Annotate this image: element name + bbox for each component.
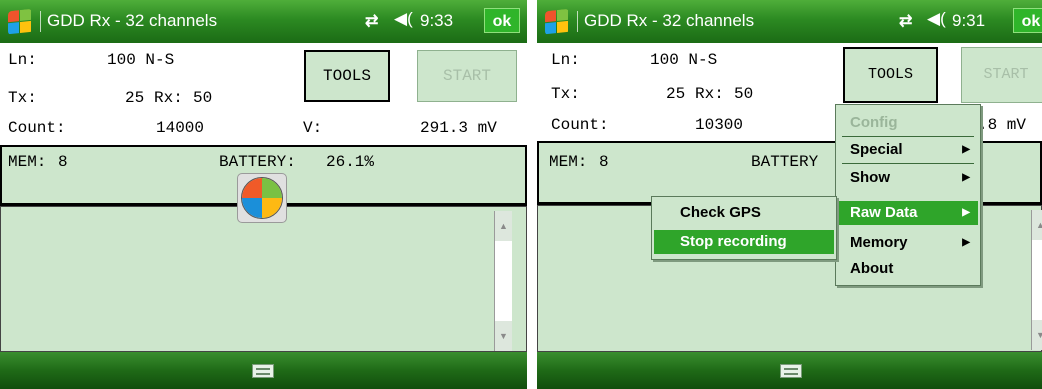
menu-item-label: Memory [850, 234, 908, 251]
battery-value: 26.1% [326, 153, 375, 171]
title-separator [577, 11, 578, 32]
tx-value: 25 [125, 89, 145, 107]
window-title: GDD Rx - 32 channels [47, 11, 218, 30]
scrollbar[interactable]: ▲ ▼ [1031, 210, 1042, 350]
menu-item-stop-recording[interactable]: Stop recording [654, 230, 834, 254]
start-button[interactable]: START [961, 47, 1042, 103]
device-screen-right: GDD Rx - 32 channels ⇄ ◀︎( 9:31 ok Ln: 1… [537, 0, 1042, 389]
windows-start-orb-icon[interactable] [237, 173, 287, 223]
windows-logo-icon[interactable] [545, 8, 569, 36]
start-orb-graphic [241, 177, 283, 219]
ln-label: Ln: [8, 51, 37, 69]
scroll-up-icon[interactable]: ▲ [1032, 210, 1042, 240]
menu-item-label: Config [850, 114, 898, 131]
keyboard-icon[interactable] [252, 364, 274, 378]
menu-item-check-gps[interactable]: Check GPS [654, 201, 834, 225]
soft-key-bar [537, 352, 1042, 389]
windows-logo-icon[interactable] [8, 8, 32, 36]
voltage-value: 291.3 mV [420, 119, 497, 137]
menu-item-label: About [850, 260, 894, 277]
speaker-icon[interactable]: ◀︎( [927, 9, 946, 29]
battery-label: BATTERY: [219, 153, 296, 171]
count-value: 14000 [156, 119, 205, 137]
start-button[interactable]: START [417, 50, 517, 102]
menu-item-special[interactable]: Special ▶ [838, 138, 978, 162]
voltage-value-partial: .8 mV [978, 116, 1027, 134]
window-title: GDD Rx - 32 channels [584, 11, 755, 30]
menu-item-memory[interactable]: Memory ▶ [838, 231, 978, 255]
device-screen-left: GDD Rx - 32 channels ⇄ ◀︎( 9:33 ok Ln: 1… [0, 0, 527, 389]
rx-label: Rx: [154, 89, 183, 107]
keyboard-icon[interactable] [780, 364, 802, 378]
scroll-down-icon[interactable]: ▼ [1032, 320, 1042, 350]
ln-value: 100 N-S [107, 51, 175, 69]
count-value: 10300 [695, 116, 744, 134]
menu-item-raw-data[interactable]: Raw Data ▶ [838, 201, 978, 225]
count-label: Count: [551, 116, 609, 134]
title-separator [40, 11, 41, 32]
title-bar: GDD Rx - 32 channels ⇄ ◀︎( 9:31 ok [537, 0, 1042, 43]
menu-item-show[interactable]: Show ▶ [838, 166, 978, 190]
menu-item-label: Check GPS [680, 204, 761, 221]
mem-value: 8 [599, 153, 609, 171]
mem-label: MEM: [8, 153, 47, 171]
mem-label: MEM: [549, 153, 588, 171]
ok-button[interactable]: ok [1013, 8, 1042, 33]
tx-label: Tx: [8, 89, 37, 107]
submenu-arrow-icon: ▶ [962, 237, 970, 248]
tools-button[interactable]: TOOLS [843, 47, 938, 103]
menu-item-about[interactable]: About [838, 257, 978, 281]
voltage-label: V: [303, 119, 323, 137]
tx-value: 25 [666, 85, 686, 103]
mem-value: 8 [58, 153, 68, 171]
rx-value: 50 [193, 89, 213, 107]
scroll-down-icon[interactable]: ▼ [495, 321, 512, 351]
battery-label-partial: BATTERY [751, 153, 819, 171]
menu-item-config: Config [838, 111, 978, 135]
scroll-up-icon[interactable]: ▲ [495, 211, 512, 241]
menu-item-label: Raw Data [850, 204, 918, 221]
soft-key-bar [0, 352, 527, 389]
submenu-arrow-icon: ▶ [962, 172, 970, 183]
rx-value: 50 [734, 85, 754, 103]
speaker-icon[interactable]: ◀︎( [394, 9, 413, 29]
tools-button[interactable]: TOOLS [304, 50, 390, 102]
ok-button[interactable]: ok [484, 8, 520, 33]
submenu-arrow-icon: ▶ [962, 207, 970, 218]
scrollbar[interactable]: ▲ ▼ [494, 211, 512, 351]
menu-item-label: Stop recording [680, 233, 787, 250]
connectivity-icon[interactable]: ⇄ [899, 11, 913, 31]
submenu-arrow-icon: ▶ [962, 144, 970, 155]
rx-label: Rx: [695, 85, 724, 103]
ln-label: Ln: [551, 51, 580, 69]
data-area[interactable]: ▲ ▼ [0, 206, 527, 352]
menu-separator [842, 136, 974, 137]
connectivity-icon[interactable]: ⇄ [365, 11, 379, 31]
title-bar: GDD Rx - 32 channels ⇄ ◀︎( 9:33 ok [0, 0, 527, 43]
count-label: Count: [8, 119, 66, 137]
clock[interactable]: 9:33 [420, 11, 453, 31]
tx-label: Tx: [551, 85, 580, 103]
menu-item-label: Show [850, 169, 890, 186]
raw-data-submenu: Check GPS Stop recording [651, 196, 837, 260]
clock[interactable]: 9:31 [952, 11, 985, 31]
tools-menu: Config Special ▶ Show ▶ Raw Data ▶ Memory ▶ … [835, 104, 981, 286]
ln-value: 100 N-S [650, 51, 718, 69]
menu-separator [842, 163, 974, 164]
menu-item-label: Special [850, 141, 903, 158]
